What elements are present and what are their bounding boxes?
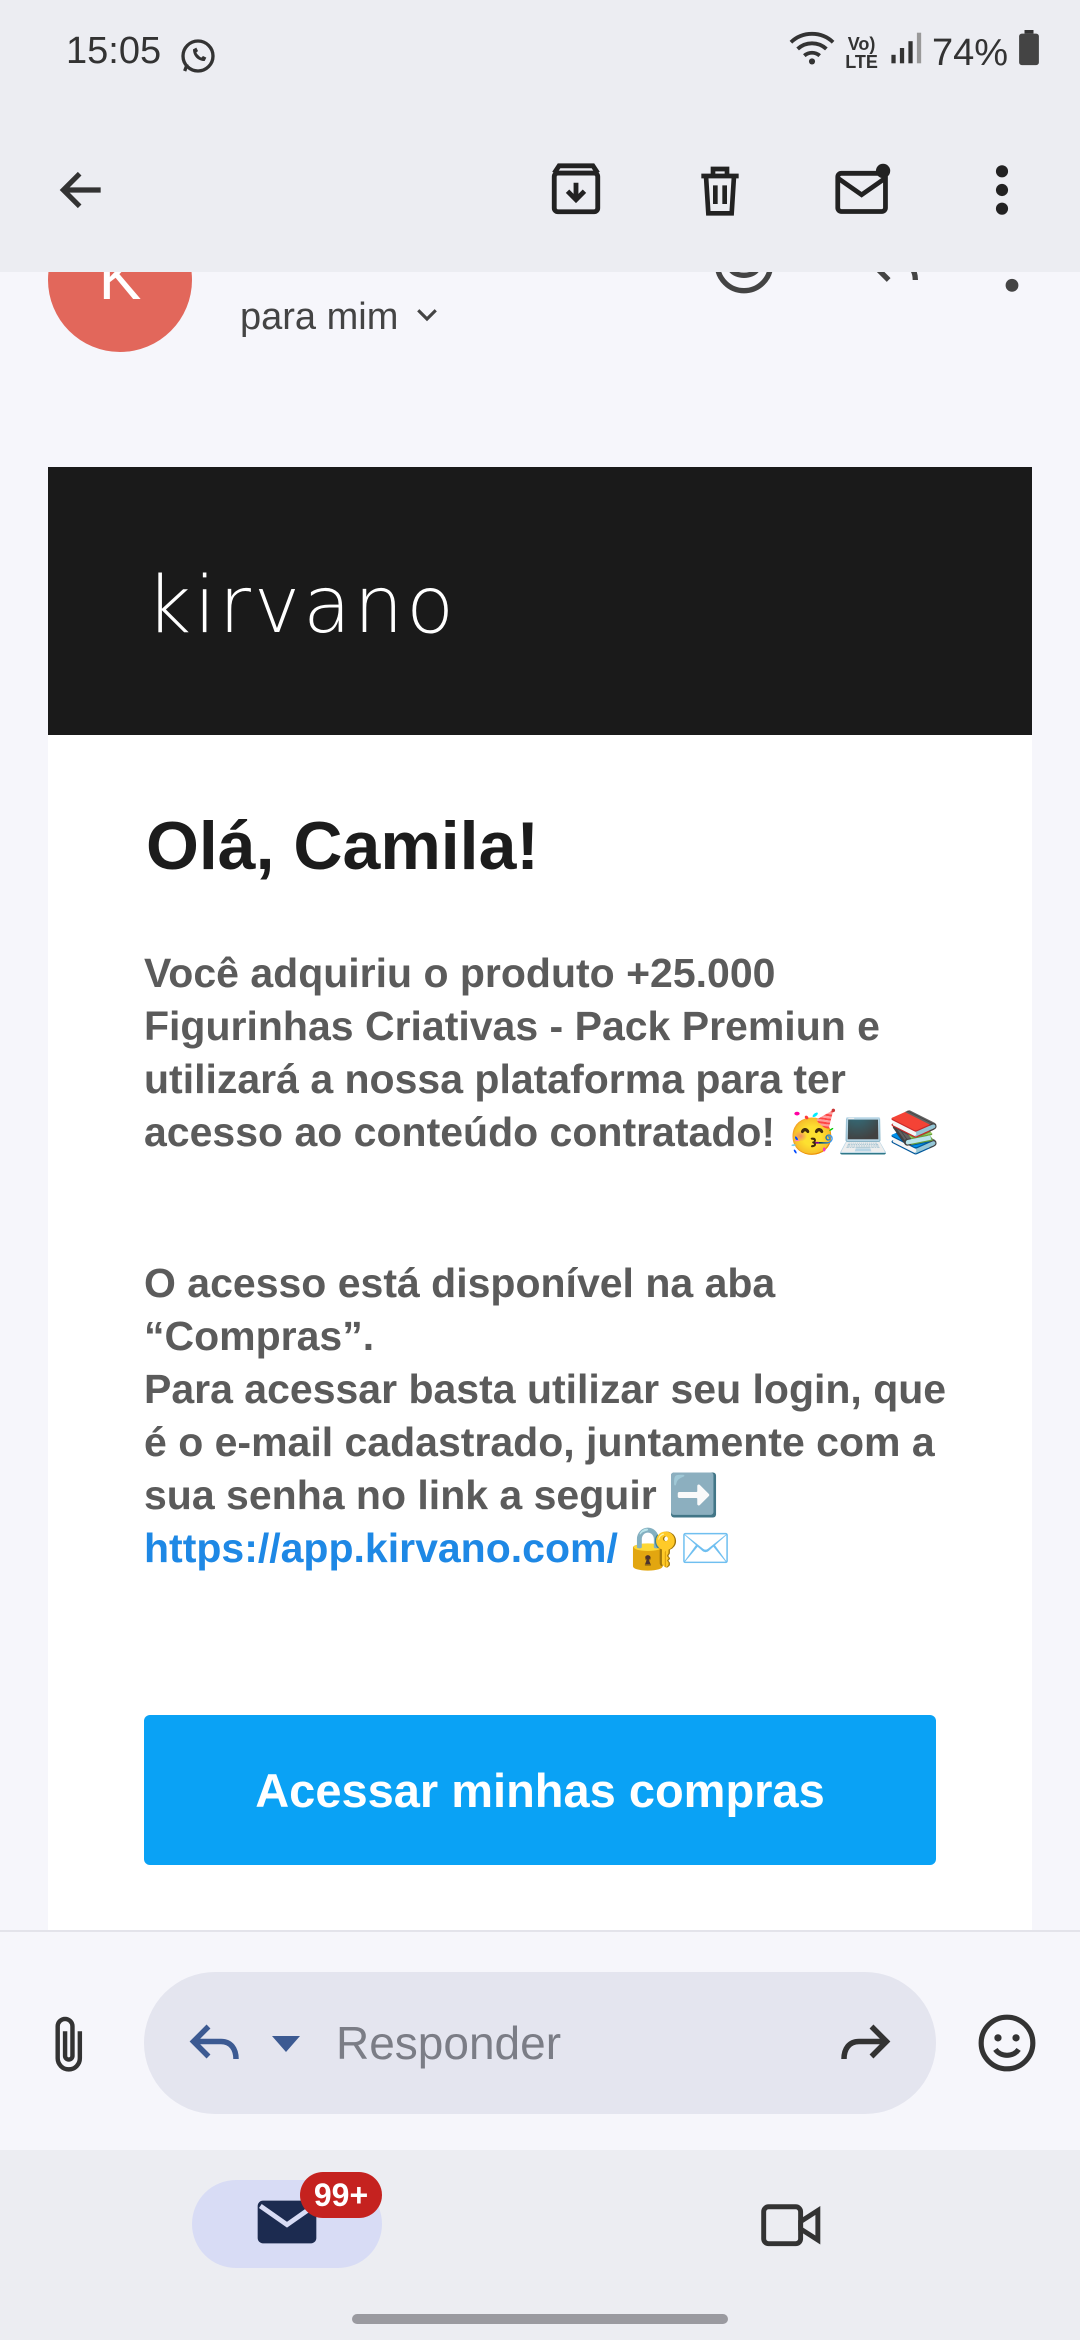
reply-placeholder: Responder [336, 2017, 562, 2069]
signal-icon [888, 31, 922, 75]
email-body: kirvano Olá, Camila! Você adquiriu o pro… [48, 467, 1032, 1930]
battery-percent: 74% [931, 31, 1008, 74]
reply-icon[interactable] [862, 272, 926, 301]
meet-video-icon[interactable] [760, 2198, 824, 2255]
more-vert-icon[interactable] [958, 146, 1046, 234]
emoji-icon[interactable] [976, 2012, 1038, 2079]
access-purchases-button[interactable]: Acessar minhas compras [144, 1715, 936, 1865]
platform-link[interactable]: https://app.kirvano.com/ [144, 1525, 618, 1571]
reply-input[interactable]: Responder [144, 1972, 936, 2114]
battery-icon [1018, 30, 1040, 76]
chevron-down-icon [412, 296, 442, 339]
recipient-details-toggle[interactable]: para mim [240, 296, 442, 339]
avatar-letter: K [98, 272, 142, 313]
unread-badge: 99+ [300, 2172, 382, 2218]
email-header-banner: kirvano [48, 467, 1032, 735]
reply-arrow-icon[interactable] [186, 2016, 246, 2077]
back-arrow-icon[interactable] [38, 146, 126, 234]
whatsapp-icon [178, 36, 218, 81]
forward-icon[interactable] [834, 2016, 894, 2077]
email-paragraph-2: O acesso está disponível na aba “Compras… [144, 1257, 964, 1575]
home-indicator[interactable] [352, 2314, 728, 2324]
message-toolbar [0, 108, 1080, 272]
mark-unread-icon[interactable] [820, 146, 908, 234]
archive-icon[interactable] [532, 146, 620, 234]
attachment-icon[interactable] [44, 2014, 96, 2083]
caret-down-icon[interactable] [270, 2034, 302, 2059]
email-paragraph-2-line-2: Para acessar basta utilizar seu login, q… [144, 1366, 947, 1518]
message-sender-header: K para mim [0, 272, 1080, 422]
wifi-icon [789, 30, 835, 76]
delete-icon[interactable] [676, 146, 764, 234]
emoji-reaction-icon[interactable] [712, 272, 776, 301]
reply-bar: Responder [0, 1930, 1080, 2150]
email-greeting: Olá, Camila! [146, 808, 540, 884]
kirvano-logo: kirvano [146, 561, 458, 651]
gmail-message-screen: 15:05 Vo) LTE 74% K para mim kirvano Olá… [0, 0, 1080, 2340]
message-more-icon[interactable] [1000, 272, 1024, 301]
link-emoji: 🔐✉️ [617, 1525, 732, 1571]
recipient-label: para mim [240, 296, 399, 338]
bottom-navigation: 99+ [0, 2150, 1080, 2340]
status-icons: Vo) LTE 74% [789, 30, 1040, 76]
status-time: 15:05 [66, 30, 162, 72]
status-bar: 15:05 Vo) LTE 74% [0, 0, 1080, 108]
email-paragraph-2-line-1: O acesso está disponível na aba “Compras… [144, 1260, 776, 1359]
email-link-row: https://app.kirvano.com/ 🔐✉️ [144, 1522, 964, 1575]
volte-icon: Vo) LTE [845, 34, 878, 72]
avatar[interactable]: K [48, 272, 192, 352]
email-paragraph-1: Você adquiriu o produto +25.000 Figurinh… [144, 950, 940, 1155]
